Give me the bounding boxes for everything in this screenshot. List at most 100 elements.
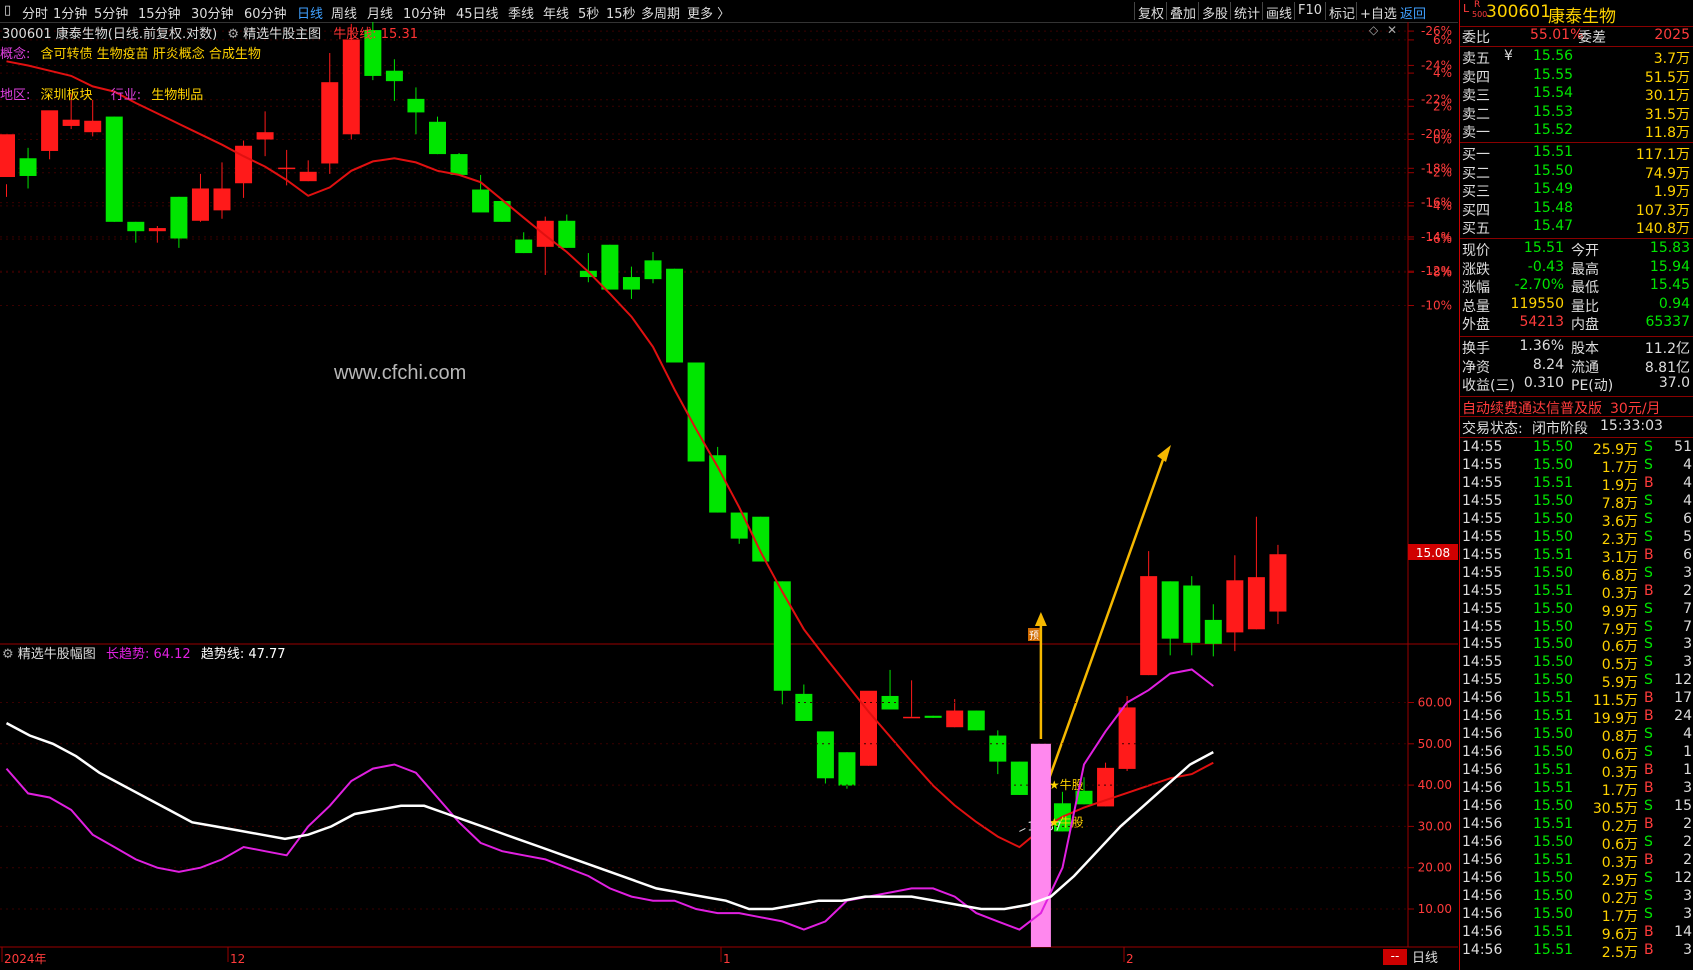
signal-label-main: ★牛股	[1049, 814, 1084, 829]
toolbar-button[interactable]: 叠加	[1170, 3, 1196, 22]
toolbar-separator	[1262, 2, 1263, 20]
bid-label: 买二	[1462, 165, 1490, 182]
candle-body	[429, 121, 446, 155]
quote-value: 54213	[1519, 314, 1564, 331]
ad-text[interactable]: 自动续费通达信普及版	[1462, 401, 1602, 417]
tick-side: S	[1644, 492, 1653, 509]
period-tab[interactable]: 45日线	[456, 3, 499, 22]
toolbar-button[interactable]: 复权	[1138, 3, 1164, 22]
tick-count: 6	[1683, 510, 1692, 527]
toolbar-button[interactable]: 标记	[1329, 3, 1355, 22]
period-tab[interactable]: 日线	[297, 3, 323, 22]
period-tab[interactable]: 周线	[331, 3, 357, 22]
tick-time: 14:55	[1462, 546, 1503, 563]
candle-body	[903, 716, 921, 719]
status-row: 交易状态: 闭市阶段 15:33:03	[1460, 418, 1693, 437]
period-tab[interactable]: 5秒	[578, 3, 599, 22]
time-label: 2	[1126, 952, 1134, 966]
quote-value: 65337	[1645, 314, 1690, 331]
period-tab[interactable]: 分时	[22, 3, 48, 22]
toolbar-button[interactable]: 多股	[1202, 3, 1228, 22]
candle-body	[1140, 576, 1158, 676]
period-tab[interactable]: 年线	[543, 3, 569, 22]
tick-time: 14:56	[1462, 905, 1503, 922]
period-tab[interactable]: 月线	[367, 3, 393, 22]
quote-label: 外盘	[1462, 317, 1490, 334]
tick-side: B	[1644, 815, 1654, 832]
tick-row: 14:56 15.51 0.3万 B 2	[1460, 851, 1693, 871]
tick-count: 1	[1683, 744, 1692, 761]
tick-side: S	[1644, 833, 1653, 850]
fund-label: PE(动)	[1571, 378, 1614, 395]
pct-tick-label: -20%	[1421, 127, 1452, 141]
toolbar-button[interactable]: 返回	[1400, 3, 1426, 22]
tick-price: 15.50	[1533, 528, 1574, 545]
tick-row: 14:56 15.50 0.6万 S 1	[1460, 744, 1693, 763]
pre-badge: 预	[1029, 630, 1039, 642]
candle-body	[1161, 581, 1179, 639]
ask-label: 卖五	[1462, 51, 1490, 67]
candle-body	[450, 154, 468, 175]
candle-body	[773, 581, 791, 691]
period-tab[interactable]: 季线	[508, 3, 534, 22]
ask-volume: 3.7万	[1653, 51, 1690, 67]
tick-row: 14:55 15.50 1.7万 S 4	[1460, 457, 1693, 476]
tick-side: B	[1644, 851, 1654, 868]
period-tab[interactable]: 多周期	[641, 3, 680, 22]
period-tab[interactable]: 5分钟	[94, 3, 128, 22]
toolbar-button[interactable]: 画线	[1266, 3, 1292, 22]
sub-settings-gear-icon[interactable]: ⚙	[2, 647, 14, 662]
tick-time: 14:55	[1462, 672, 1503, 689]
minus-button[interactable]: --	[1383, 949, 1407, 965]
tick-count: 3	[1683, 905, 1692, 922]
close-icon[interactable]: ✕	[1387, 23, 1397, 37]
fund-value: 8.81亿	[1644, 359, 1690, 376]
menu-toggle-icon[interactable]: ▯	[4, 3, 11, 18]
candle-body	[342, 39, 360, 135]
period-tab[interactable]: 更多 〉	[687, 3, 730, 22]
quote-panel: L R 500 300601 康泰生物 委比 55.01% 委差 2025 卖五 ¥15.56 3.7…	[1459, 0, 1693, 970]
tick-price: 15.51	[1533, 941, 1574, 958]
tick-price: 15.51	[1533, 780, 1574, 797]
main-indicator-name[interactable]: 精选牛股主图	[243, 27, 321, 42]
chart-canvas[interactable]: 6%4%2%0%-2%-4%-6%-8%-10%-12%-14%-16%-18%…	[0, 22, 1458, 970]
tick-row: 14:55 15.50 2.3万 S 5	[1460, 528, 1693, 548]
tick-row: 14:56 15.51 19.9万 B 24	[1460, 708, 1693, 727]
tick-count: 5	[1683, 528, 1692, 545]
stock-name: 康泰生物	[1548, 7, 1616, 27]
ask-price: 15.52	[1533, 122, 1574, 139]
period-tab[interactable]: 15秒	[606, 3, 636, 22]
candle-body	[816, 731, 834, 779]
toolbar-button[interactable]: F10	[1298, 3, 1322, 18]
period-button[interactable]: 日线	[1412, 947, 1438, 966]
toolbar-button[interactable]: +自选	[1360, 3, 1397, 22]
fund-value: 37.0	[1658, 375, 1690, 392]
diamond-icon[interactable]: ◇	[1369, 23, 1378, 37]
tick-price: 15.51	[1533, 690, 1574, 707]
period-tab[interactable]: 10分钟	[403, 3, 446, 22]
ask-row: 卖三 15.54 30.1万	[1460, 85, 1693, 104]
sub-indicator-name[interactable]: 精选牛股幅图	[18, 647, 96, 662]
divider	[1460, 336, 1693, 337]
toolbar-separator	[1230, 2, 1231, 20]
period-tab[interactable]: 1分钟	[53, 3, 87, 22]
settings-gear-icon[interactable]: ⚙	[227, 27, 239, 42]
candle-body	[127, 221, 145, 232]
ask-price: 15.53	[1533, 103, 1574, 120]
period-tab[interactable]: 60分钟	[244, 3, 287, 22]
period-tab[interactable]: 30分钟	[191, 3, 234, 22]
pct-tick-label: -24%	[1421, 58, 1452, 72]
period-tab[interactable]: 15分钟	[138, 3, 181, 22]
candle-body	[687, 362, 705, 462]
ad-price[interactable]: 30元/月	[1610, 401, 1661, 417]
tick-row: 14:56 15.50 2.9万 S 12	[1460, 870, 1693, 889]
ad-link[interactable]: 自动续费通达信普及版 30元/月	[1462, 398, 1661, 418]
tick-row: 14:56 15.51 0.2万 B 2	[1460, 815, 1693, 835]
toolbar-button[interactable]: 统计	[1234, 3, 1260, 22]
signal-bar-sub	[1030, 743, 1051, 947]
tick-time: 14:56	[1462, 815, 1503, 832]
status-time: 15:33:03	[1600, 418, 1663, 434]
tick-time: 14:55	[1462, 492, 1503, 509]
tick-time: 14:55	[1462, 636, 1503, 653]
tick-time: 14:56	[1462, 887, 1503, 904]
